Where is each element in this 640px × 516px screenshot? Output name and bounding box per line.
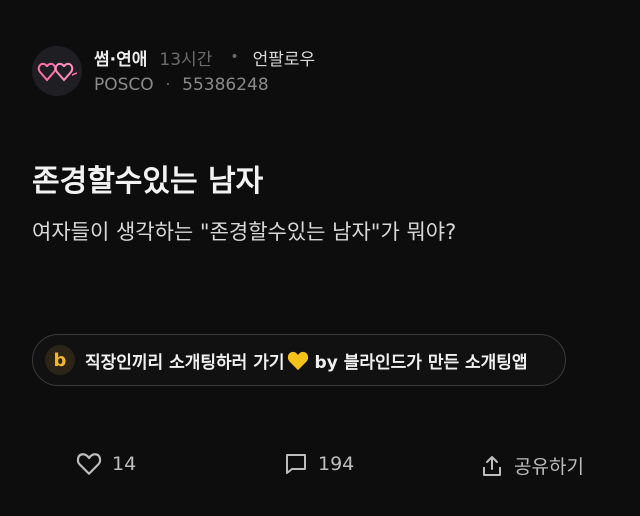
comment-icon (286, 454, 306, 474)
heart-outline-icon (76, 453, 102, 475)
meta-row-author: POSCO · 55386248 (94, 72, 315, 98)
like-count: 14 (112, 453, 137, 475)
post-time: 13시간 (159, 49, 213, 70)
author-id: 55386248 (182, 75, 269, 95)
post-meta: 썸·연애 13시간 • 언팔로우 POSCO · 55386248 (94, 44, 315, 98)
blind-logo-icon: b (45, 345, 75, 375)
logo-letter: b (53, 349, 67, 371)
post-body: 여자들이 생각하는 "존경할수있는 남자"가 뭐야? (32, 220, 457, 244)
avatar[interactable] (32, 46, 82, 96)
comment-count: 194 (318, 453, 355, 475)
separator-dot: · (165, 77, 171, 93)
separator-dot: • (230, 49, 239, 65)
meta-row-channel: 썸·연애 13시간 • 언팔로우 (94, 44, 315, 70)
post-actions: 14 194 공유하기 (0, 448, 640, 488)
ad-text-main: 직장인끼리 소개팅하러 가기 (85, 352, 285, 373)
ad-banner[interactable]: b 직장인끼리 소개팅하러 가기 by 블라인드가 만든 소개팅앱 (32, 334, 566, 386)
company-name: POSCO (94, 75, 154, 95)
yellow-heart-icon (287, 351, 308, 370)
neon-hearts-icon (37, 62, 77, 82)
ad-text-by: by 블라인드가 만든 소개팅앱 (314, 352, 528, 373)
comment-button[interactable]: 194 (284, 452, 354, 476)
unfollow-button[interactable]: 언팔로우 (253, 45, 316, 70)
share-label: 공유하기 (514, 456, 584, 478)
share-icon (483, 455, 501, 476)
post-title: 존경할수있는 남자 (32, 164, 264, 199)
ad-text: 직장인끼리 소개팅하러 가기 by 블라인드가 만든 소개팅앱 (85, 348, 528, 373)
post-header: 썸·연애 13시간 • 언팔로우 POSCO · 55386248 (32, 44, 315, 98)
share-button[interactable]: 공유하기 (480, 452, 584, 479)
channel-name[interactable]: 썸·연애 (94, 45, 147, 70)
like-button[interactable]: 14 (76, 452, 136, 476)
